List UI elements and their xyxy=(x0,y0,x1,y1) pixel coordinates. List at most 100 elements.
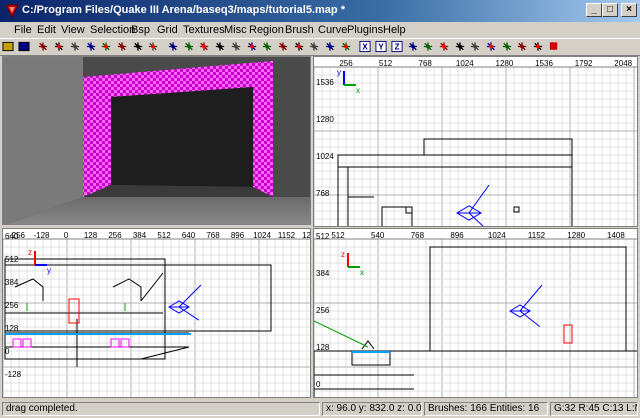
xy-grid-view[interactable]: 256 512 768 1024 1280 1536 1792 2048 1536 1280 102… xyxy=(313,56,638,227)
stop-icon[interactable] xyxy=(548,40,560,53)
camera-view-icon[interactable] xyxy=(340,40,352,53)
lock-z-icon[interactable]: Z xyxy=(391,40,403,53)
texture-view-icon[interactable] xyxy=(308,40,320,53)
maximize-button[interactable]: □ xyxy=(602,3,618,17)
status-counts: Brushes: 166 Entities: 16 xyxy=(424,402,548,416)
ruler-tick-label: 1024 xyxy=(316,152,334,161)
ruler-tick-label: 1536 xyxy=(535,59,553,68)
patch-icon[interactable] xyxy=(469,40,481,53)
svg-text:z: z xyxy=(28,248,32,257)
show-entities-icon[interactable] xyxy=(407,40,419,53)
menu-bar: File Edit View Selection Bsp Grid Textur… xyxy=(0,22,640,38)
select-complete-tall-icon[interactable] xyxy=(167,40,179,53)
ruler-tick-label: 1792 xyxy=(575,59,593,68)
open-icon[interactable] xyxy=(2,40,14,53)
svg-text:y: y xyxy=(47,266,51,275)
show-clip-icon[interactable] xyxy=(438,40,450,53)
menu-edit[interactable]: Edit xyxy=(37,24,56,36)
xy-grid-canvas: 256 512 768 1024 1280 1536 1792 2048 1536 1280 102… xyxy=(314,57,637,226)
change-views-icon[interactable] xyxy=(293,40,305,53)
yz-grid-view[interactable]: -256 -128 0 128 256 384 512 640 768 896 1024 1152 12… xyxy=(2,228,311,398)
status-message: drag completed. xyxy=(2,402,320,416)
menu-brush[interactable]: Brush xyxy=(285,24,314,36)
lock-y-icon[interactable]: Y xyxy=(375,40,387,53)
drag-vertices-icon[interactable] xyxy=(516,40,528,53)
clipper-icon[interactable] xyxy=(277,40,289,53)
flip-y-icon[interactable] xyxy=(69,40,81,53)
title-bar: C:/Program Files/Quake III Arena/baseq3/… xyxy=(0,0,640,22)
ruler-tick-label: -128 xyxy=(5,370,22,379)
menu-plugins[interactable]: Plugins xyxy=(347,24,383,36)
camera-view[interactable] xyxy=(2,56,311,225)
menu-help[interactable]: Help xyxy=(383,24,406,36)
ruler-tick-label: 256 xyxy=(108,231,122,240)
menu-file[interactable]: File xyxy=(14,24,32,36)
ruler-tick-label: 1024 xyxy=(488,231,506,240)
select-inside-icon[interactable] xyxy=(214,40,226,53)
ruler-tick-label: 512 xyxy=(379,59,393,68)
status-grid: G:32 R:45 C:13 L:MR xyxy=(550,402,638,416)
free-rotate-icon[interactable] xyxy=(132,40,144,53)
menu-view[interactable]: View xyxy=(61,24,85,36)
ruler-tick-label: 768 xyxy=(411,231,425,240)
ruler-tick-label: 0 xyxy=(5,347,10,356)
menu-bsp[interactable]: Bsp xyxy=(131,24,150,36)
toolbar: XYZ xyxy=(0,38,640,56)
rotate-y-icon[interactable] xyxy=(85,40,97,53)
app-icon[interactable] xyxy=(4,3,20,19)
rotate-z-icon[interactable] xyxy=(116,40,128,53)
yz-grid-canvas: -256 -128 0 128 256 384 512 640 768 896 1024 1152 12… xyxy=(3,229,311,397)
flip-z-icon[interactable] xyxy=(100,40,112,53)
save-icon[interactable] xyxy=(18,40,30,53)
ruler-tick-label: 512 xyxy=(331,231,345,240)
menu-misc[interactable]: Misc xyxy=(224,24,247,36)
menu-grid[interactable]: Grid xyxy=(157,24,178,36)
ruler-tick-label: 640 xyxy=(182,231,196,240)
minimize-button[interactable]: _ xyxy=(586,3,602,17)
ruler-tick-label: 512 xyxy=(316,232,330,241)
menu-selection[interactable]: Selection xyxy=(90,24,135,36)
svg-text:x: x xyxy=(356,86,360,95)
svg-text:y: y xyxy=(337,68,341,77)
ruler-tick-label: 256 xyxy=(5,301,19,310)
status-coords: x: 96.0 y: 832.0 z: 0.0 xyxy=(322,402,422,416)
ruler-tick-label: 2048 xyxy=(614,59,632,68)
ruler-tick-label: 896 xyxy=(231,231,245,240)
flip-x-icon[interactable] xyxy=(37,40,49,53)
lock-x-icon[interactable]: X xyxy=(359,40,371,53)
svg-text:X: X xyxy=(363,42,369,52)
window-title: C:/Program Files/Quake III Arena/baseq3/… xyxy=(22,4,345,16)
ruler-tick-label: 256 xyxy=(316,306,330,315)
hollow-icon[interactable] xyxy=(261,40,273,53)
ruler-tick-label: 1024 xyxy=(253,231,271,240)
xz-grid-view[interactable]: 512 540 768 896 1024 1152 1280 1408 512 384 256 128… xyxy=(313,228,638,398)
scale-icon[interactable] xyxy=(147,40,159,53)
rotate-x-icon[interactable] xyxy=(53,40,65,53)
ruler-tick-label: 768 xyxy=(316,189,330,198)
ruler-tick-label: 1536 xyxy=(316,78,334,87)
ruler-tick-label: 1280 xyxy=(302,231,311,240)
ruler-tick-label: 0 xyxy=(316,380,321,389)
ruler-tick-label: 768 xyxy=(206,231,220,240)
ruler-tick-label: 768 xyxy=(419,59,433,68)
close-button[interactable]: × xyxy=(621,3,637,17)
show-paths-icon[interactable] xyxy=(422,40,434,53)
texture-lock-icon[interactable] xyxy=(454,40,466,53)
csg-subtract-icon[interactable] xyxy=(230,40,242,53)
ruler-tick-label: 1280 xyxy=(496,59,514,68)
ruler-tick-label: 128 xyxy=(84,231,98,240)
ruler-tick-label: 1024 xyxy=(456,59,474,68)
csg-merge-icon[interactable] xyxy=(246,40,258,53)
menu-region[interactable]: Region xyxy=(249,24,284,36)
curve-icon[interactable] xyxy=(485,40,497,53)
drag-edges-icon[interactable] xyxy=(501,40,513,53)
brush-icon[interactable] xyxy=(532,40,544,53)
menu-textures[interactable]: Textures xyxy=(183,24,225,36)
select-partial-tall-icon[interactable] xyxy=(198,40,210,53)
ruler-tick-label: 540 xyxy=(371,231,385,240)
ruler-tick-label: 1152 xyxy=(278,231,296,240)
menu-curve[interactable]: Curve xyxy=(318,24,347,36)
select-touching-icon[interactable] xyxy=(183,40,195,53)
cube-clip-icon[interactable] xyxy=(324,40,336,53)
ruler-tick-label: 896 xyxy=(450,231,464,240)
